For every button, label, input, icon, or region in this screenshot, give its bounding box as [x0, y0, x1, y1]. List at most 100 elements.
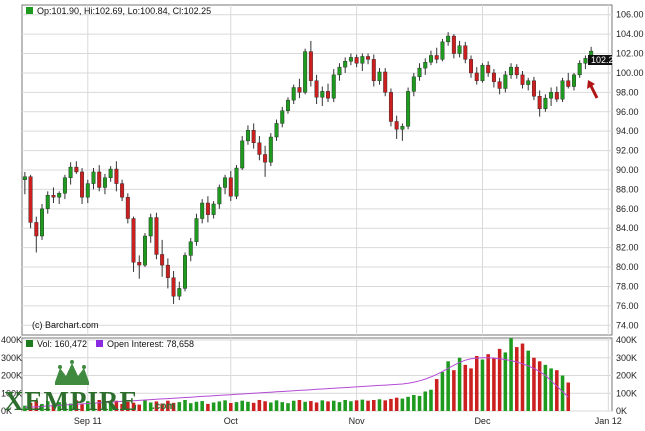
volume-bar: [423, 391, 428, 411]
volume-bar: [394, 397, 399, 411]
volume-bar: [389, 398, 393, 411]
price-tick-label: 102.00: [616, 49, 644, 59]
candle: [566, 80, 571, 87]
candle: [183, 255, 187, 289]
date-tick-label: Dec: [474, 416, 491, 426]
volume-bar: [354, 400, 359, 411]
candle: [137, 262, 142, 266]
volume-bar: [492, 357, 496, 411]
candle: [205, 202, 210, 215]
candle: [34, 222, 39, 237]
volume-bar: [143, 400, 147, 411]
last-price-label: 102.25: [591, 55, 619, 65]
candle: [45, 195, 50, 210]
volume-bar: [349, 401, 353, 411]
candle: [274, 123, 279, 138]
candle: [377, 71, 382, 81]
candle: [308, 51, 313, 81]
volume-bar: [440, 371, 445, 411]
candle: [331, 74, 336, 99]
volume-tick-label-right: 200K: [616, 371, 637, 381]
candle: [429, 55, 433, 63]
volume-bar: [177, 402, 182, 411]
candle: [80, 171, 85, 198]
candle: [577, 63, 582, 76]
volume-bar: [303, 401, 307, 411]
candle: [280, 110, 285, 124]
legend-up-swatch: [26, 7, 33, 14]
open-interest-legend: Open Interest: 78,658: [107, 339, 194, 349]
volume-bar: [291, 400, 296, 411]
candle: [354, 57, 359, 64]
volume-bar: [412, 395, 416, 411]
candle: [177, 288, 182, 297]
candle: [469, 59, 473, 74]
price-tick-label: 74.00: [616, 320, 639, 330]
price-tick-label: 106.00: [616, 10, 644, 20]
volume-bar: [337, 402, 342, 411]
volume-bar: [217, 401, 222, 411]
candle: [388, 92, 393, 122]
price-tick-label: 98.00: [616, 87, 639, 97]
candle: [240, 140, 245, 169]
candle: [62, 177, 67, 194]
candle: [188, 241, 193, 256]
volume-bar: [286, 403, 290, 411]
volume-tick-label-right: 300K: [616, 353, 637, 363]
date-tick-label: Oct: [224, 416, 239, 426]
candle: [423, 62, 428, 69]
candle: [211, 203, 216, 215]
ohlc-legend: Op:101.90, Hi:102.69, Lo:100.84, Cl:102.…: [37, 6, 211, 16]
volume-bar: [383, 400, 387, 411]
volume-bar: [509, 338, 513, 411]
candle: [160, 254, 165, 266]
price-tick-label: 76.00: [616, 301, 639, 311]
candle: [286, 99, 290, 111]
candle: [572, 74, 576, 87]
candle: [440, 41, 445, 60]
volume-bar: [429, 389, 433, 411]
candle: [371, 59, 376, 81]
volume-bar: [452, 370, 456, 411]
candle: [503, 74, 508, 89]
volume-bar: [532, 357, 536, 411]
date-tick-label: Nov: [349, 416, 366, 426]
candle: [583, 58, 588, 64]
candle: [303, 51, 308, 93]
volume-bar: [200, 401, 204, 411]
volume-bar: [366, 400, 370, 411]
candle: [245, 130, 250, 142]
candle: [228, 177, 233, 197]
volume-bar: [474, 355, 479, 411]
volume-bar: [297, 399, 302, 411]
price-tick-label: 92.00: [616, 146, 639, 156]
candle: [251, 130, 256, 144]
volume-tick-label-right: 400K: [616, 335, 637, 345]
volume-bar: [343, 399, 347, 411]
date-tick-label: Sep 11: [74, 416, 102, 426]
candle: [217, 187, 222, 205]
candle: [234, 167, 239, 197]
candle: [463, 45, 468, 60]
volume-bar: [211, 402, 216, 411]
volume-bar: [314, 402, 319, 411]
volume-bar: [320, 400, 325, 411]
volume-tick-label-right: 0K: [616, 406, 627, 416]
volume-bar: [229, 403, 233, 411]
volume-bar: [463, 364, 468, 411]
candle: [291, 87, 296, 101]
volume-bar: [194, 401, 199, 411]
candle: [400, 126, 405, 130]
volume-bar: [515, 347, 519, 411]
candle: [91, 171, 96, 184]
volume-bar: [188, 403, 193, 411]
candle: [108, 168, 113, 178]
candle: [22, 176, 27, 180]
candle: [406, 91, 411, 127]
volume-bar: [434, 379, 439, 411]
candle: [343, 61, 348, 68]
candle: [560, 80, 565, 100]
price-tick-label: 96.00: [616, 107, 639, 117]
candle: [543, 97, 548, 110]
volume-bar: [326, 401, 330, 411]
